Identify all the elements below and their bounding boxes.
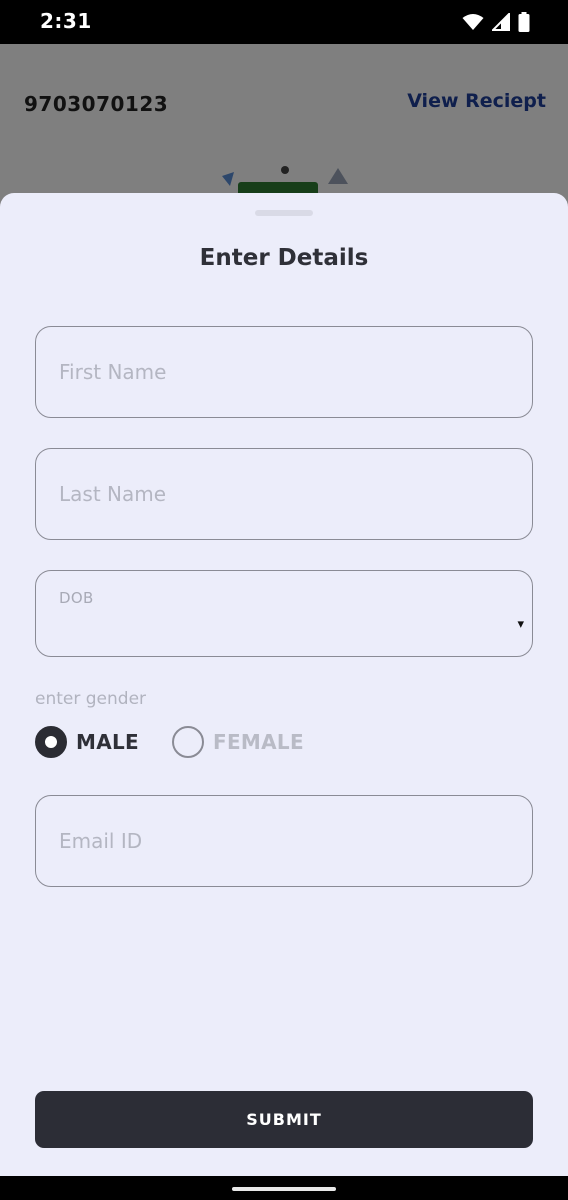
status-icons [462,11,530,36]
wifi-icon [462,13,484,35]
submit-button[interactable]: SUBMIT [35,1091,533,1148]
first-name-field[interactable] [35,326,533,418]
home-gesture-handle[interactable] [232,1187,336,1191]
status-bar: 2:31 [0,0,568,44]
dob-label: DOB [59,589,94,607]
gender-male-label: MALE [76,730,139,754]
battery-icon [518,12,530,36]
status-time: 2:31 [40,9,92,33]
email-field[interactable] [35,795,533,887]
last-name-field[interactable] [35,448,533,540]
gender-female-radio[interactable]: FEMALE [172,725,304,759]
radio-checked-icon [35,726,67,758]
last-name-input[interactable] [36,449,532,539]
details-bottom-sheet: Enter Details DOB ▾ enter gender MALE FE… [0,193,568,1180]
gender-male-radio[interactable]: MALE [35,725,139,759]
first-name-input[interactable] [36,327,532,417]
radio-unchecked-icon [172,726,204,758]
drag-handle[interactable] [255,210,313,216]
screen: 2:31 9703070123 View [0,0,568,1200]
gender-female-label: FEMALE [213,730,304,754]
cellular-signal-icon [490,11,510,35]
dropdown-arrow-icon: ▾ [517,617,524,632]
gender-label: enter gender [35,689,147,709]
email-input[interactable] [36,796,532,886]
sheet-title: Enter Details [199,245,369,271]
dob-dropdown[interactable]: DOB ▾ [35,570,533,657]
navigation-bar [0,1176,568,1200]
